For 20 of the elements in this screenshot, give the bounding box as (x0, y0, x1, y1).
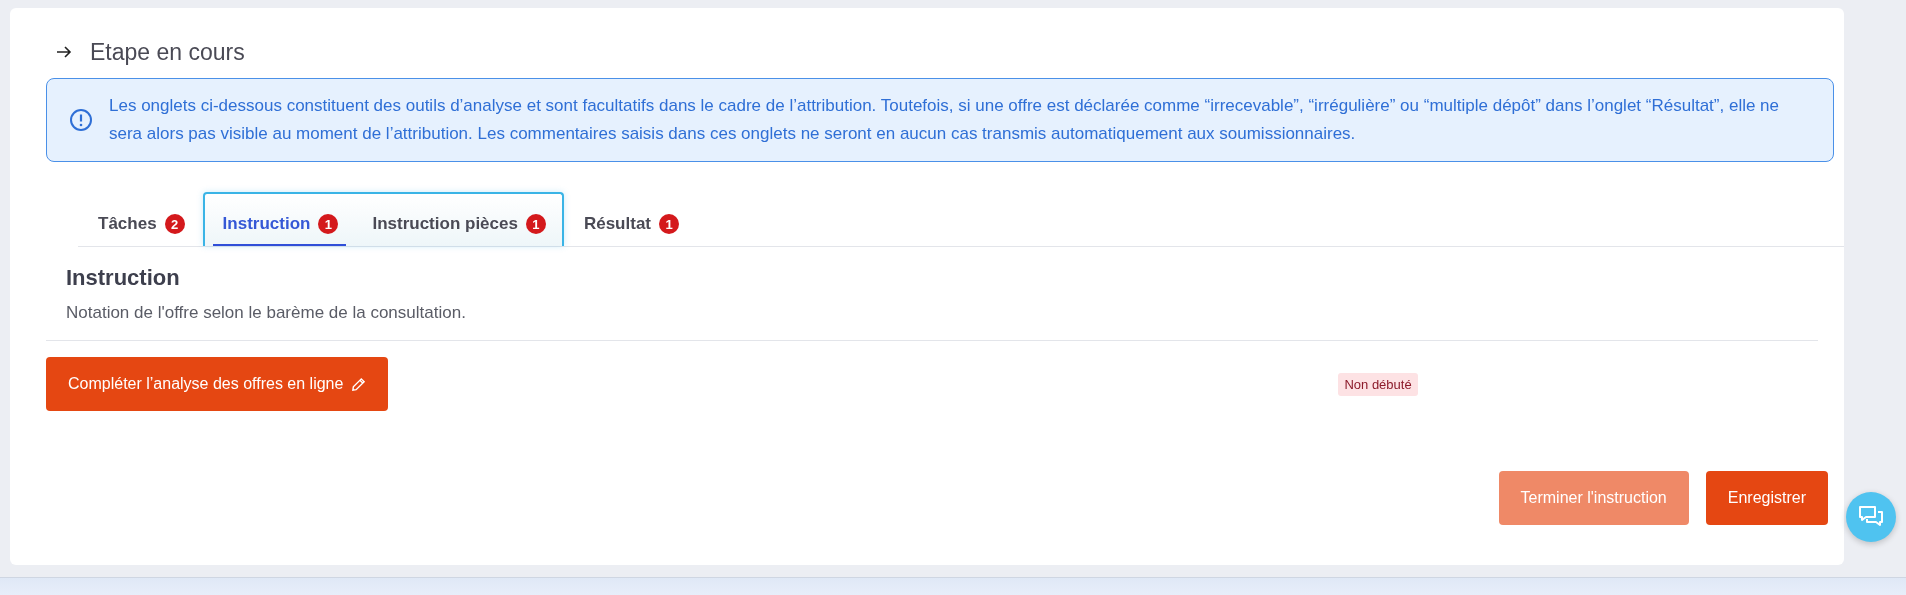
tab[interactable]: Tâches 2 (88, 204, 193, 246)
tab[interactable]: Résultat 1 (573, 204, 687, 246)
count-badge: 2 (164, 214, 185, 234)
section-title: Instruction (66, 265, 181, 291)
status-badge: Non débuté (1338, 372, 1418, 396)
tab[interactable]: Instruction 1 (212, 204, 347, 246)
chat-icon (1858, 505, 1884, 529)
step-title: Etape en cours (90, 38, 245, 66)
count-badge: 1 (525, 214, 546, 234)
arrow-right-icon (56, 46, 72, 58)
tab[interactable]: Instruction pièces 1 (362, 204, 554, 246)
count-badge: 1 (659, 214, 679, 234)
info-icon (69, 108, 93, 132)
footer-button[interactable]: Enregistrer (1705, 471, 1828, 525)
count-badge: 1 (318, 214, 339, 234)
section-description: Notation de l'offre selon le barème de la consultation. (66, 303, 467, 323)
notice-text: Les onglets ci-dessous constituent des outils d’analyse et sont facultatifs dans le cadre de l’attribution. Toutefois, si une offre est déclarée comme “irrecevable”, “irrégulière” ou “multiple dépôt” dans l’onglet “Résultat”, elle ne sera alors pas visible au moment de l’attribution. Les commentaires saisis dans ces onglets ne seront en aucun cas transmis automatiquement aux soumissionnaires. (109, 95, 1781, 145)
pencil-icon (351, 376, 367, 392)
complete-analysis-button[interactable]: Compléter l’analyse des offres en ligne (46, 357, 389, 411)
chat-button[interactable] (1846, 492, 1896, 542)
